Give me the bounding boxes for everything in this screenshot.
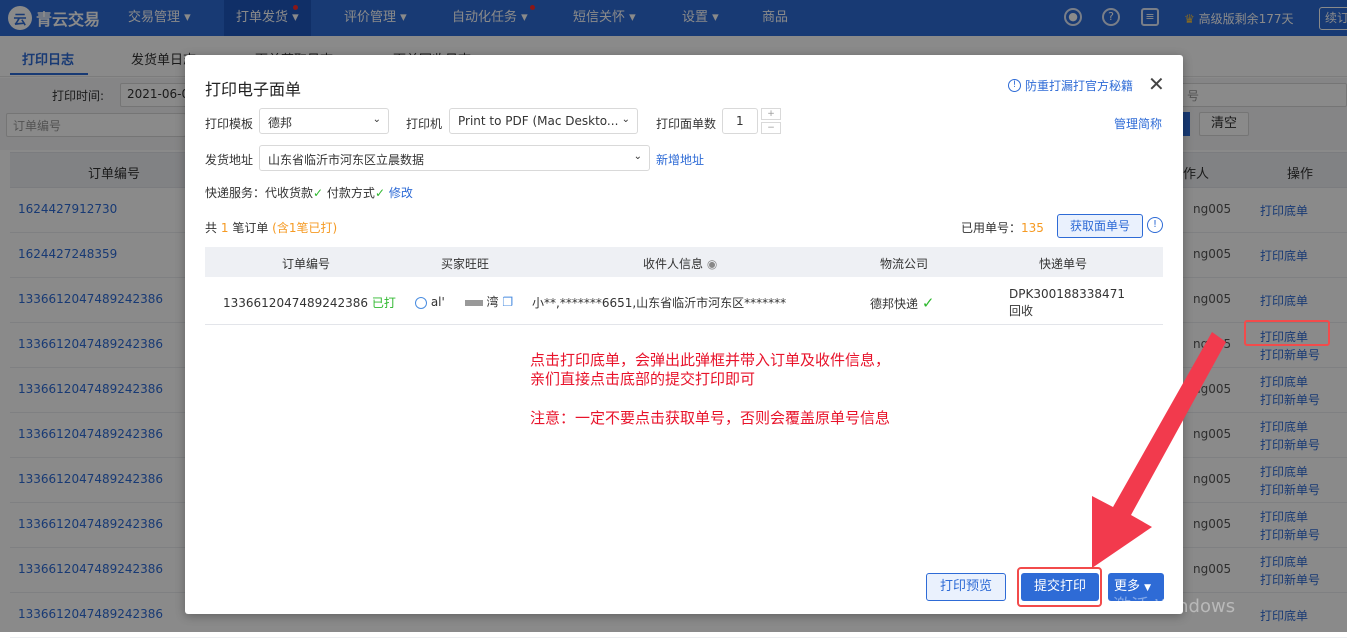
annotation-arrow (1092, 332, 1226, 568)
arrow-shape (1092, 332, 1226, 568)
windows-activation-watermark: 激活 Windows (1113, 596, 1236, 617)
